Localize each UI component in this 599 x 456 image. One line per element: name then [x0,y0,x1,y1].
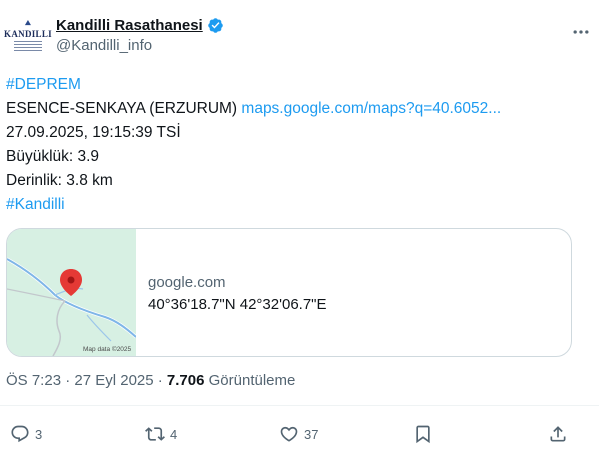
tweet-text: #DEPREM ESENCE-SENKAYA (ERZURUM) maps.go… [6,73,586,217]
card-info: google.com 40°36'18.7"N 42°32'06.7"E [136,229,327,356]
reply-icon [11,425,29,443]
share-icon [550,426,566,442]
bookmark-button[interactable] [413,420,433,448]
reply-count: 3 [35,426,43,442]
location-text: ESENCE-SENKAYA (ERZURUM) [6,100,238,117]
divider [0,405,599,406]
avatar-logo-mark: ⛰ [24,17,32,27]
like-count: 37 [304,426,319,442]
more-options-icon[interactable] [571,22,591,42]
name-row: Kandilli Rasathanesi [56,17,224,34]
user-info: Kandilli Rasathanesi @Kandilli_info [56,17,224,54]
card-domain: google.com [148,274,226,291]
heart-icon [280,426,298,442]
datetime-text: 27.09.2025, 19:15:39 TSİ [6,124,181,141]
retweet-count: 4 [170,426,178,442]
user-handle[interactable]: @Kandilli_info [56,37,224,54]
magnitude-text: Büyüklük: 3.9 [6,148,100,165]
views-count: 7.706 [166,372,205,389]
card-coordinates: 40°36'18.7"N 42°32'06.7"E [148,296,327,313]
bookmark-icon [416,425,430,444]
action-bar: 3 4 37 [0,420,599,448]
maps-link[interactable]: maps.google.com/maps?q=40.6052... [241,100,501,117]
retweet-icon [145,427,165,441]
map-credit: Map data ©2025 [83,346,132,353]
retweet-button[interactable]: 4 [145,420,177,448]
map-graphic [7,229,136,356]
hashtag-deprem[interactable]: #DEPREM [6,76,81,93]
tweet-timestamp[interactable]: ÖS 7:23 · 27 Eyl 2025 · [6,372,167,389]
tweet-header: ⛰ KANDILLI Kandilli Rasathanesi @Kandill… [4,14,591,60]
like-button[interactable]: 37 [279,420,318,448]
link-card[interactable]: Map data ©2025 google.com 40°36'18.7"N 4… [6,228,572,357]
avatar-logo-text: KANDILLI [4,28,52,39]
views-label: Görüntüleme [204,372,296,389]
avatar-logo-lines [14,40,42,51]
share-button[interactable] [548,420,568,448]
reply-button[interactable]: 3 [10,420,42,448]
depth-text: Derinlik: 3.8 km [6,172,113,189]
hashtag-kandilli[interactable]: #Kandilli [6,196,65,213]
display-name[interactable]: Kandilli Rasathanesi [56,17,203,34]
map-thumbnail: Map data ©2025 [7,229,136,356]
verified-badge-icon[interactable] [207,17,224,34]
tweet-meta: ÖS 7:23 · 27 Eyl 2025 · 7.706 Görüntülem… [6,372,295,389]
avatar[interactable]: ⛰ KANDILLI [4,14,52,54]
